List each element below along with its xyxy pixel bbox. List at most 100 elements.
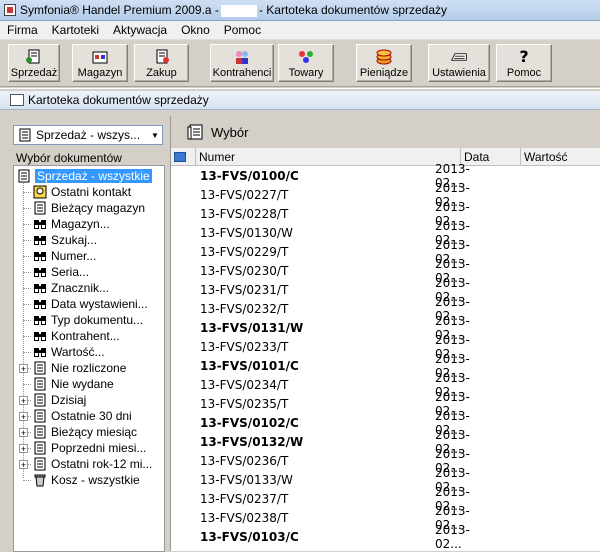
tree-item[interactable]: Znacznik... (32, 280, 109, 296)
sprzedaz-button[interactable]: Sprzedaż (8, 44, 60, 82)
magazyn-button[interactable]: Magazyn (72, 44, 128, 82)
toolbar-label: Magazyn (77, 67, 123, 79)
pieniadze-button[interactable]: Pieniądze (356, 44, 412, 82)
menu-okno[interactable]: Okno (174, 23, 217, 37)
menu-firma[interactable]: Firma (0, 23, 45, 37)
toolbar-label: Towary (288, 67, 324, 79)
tree-connector (23, 336, 31, 337)
document-number: 13-FVS/0227/T (200, 187, 289, 202)
binoculars-icon (32, 313, 48, 327)
tree-item[interactable]: Seria... (32, 264, 89, 280)
tree-item[interactable]: Bieżący magazyn (32, 200, 145, 216)
redacted-block (220, 4, 257, 17)
list-icon (17, 128, 33, 142)
ustawienia-button[interactable]: Ustawienia (428, 44, 490, 82)
table-row[interactable]: 13-FVS/0230/T 2013-02... (171, 257, 600, 285)
document-number: 13-FVS/0131/W (200, 320, 304, 335)
tree-item[interactable]: Dzisiaj (32, 392, 86, 408)
table-row[interactable]: 13-FVS/0236/T 2013-02... (171, 447, 600, 475)
document-filter-combo[interactable]: Sprzedaż - wszys... ▼ (13, 125, 163, 145)
document-number: 13-FVS/0235/T (200, 396, 289, 411)
contractors-icon (233, 49, 251, 65)
list-icon (185, 123, 205, 141)
expand-icon[interactable]: + (19, 412, 28, 422)
document-number: 13-FVS/0130/W (200, 225, 293, 240)
table-row[interactable]: 13-FVS/0235/T 2013-02... (171, 390, 600, 418)
tree-item[interactable]: Ostatnie 30 dni (32, 408, 132, 424)
document-number: 13-FVS/0132/W (200, 434, 304, 449)
tree-item[interactable]: Nie wydane (32, 376, 114, 392)
towary-button[interactable]: Towary (278, 44, 334, 82)
tree-item[interactable]: Typ dokumentu... (32, 312, 143, 328)
menu-aktywacja[interactable]: Aktywacja (106, 23, 174, 37)
tree-item[interactable]: Data wystawieni... (32, 296, 148, 312)
list-icon (32, 457, 48, 471)
table-row[interactable]: 13-FVS/0101/C 2013-02... (171, 352, 600, 380)
toolbar-label: Kontrahenci (212, 67, 272, 79)
tree-item[interactable]: Numer... (32, 248, 96, 264)
table-row[interactable]: 13-FVS/0103/C 2013-02... (171, 523, 600, 551)
table-row[interactable]: 13-FVS/0232/T 2013-02... (171, 295, 600, 323)
table-row[interactable]: 13-FVS/0237/T 2013-02... (171, 485, 600, 513)
binoculars-icon (32, 329, 48, 343)
child-window-title-text: Kartoteka dokumentów sprzedaży (28, 93, 209, 107)
list-icon (32, 425, 48, 439)
tree-item-label: Kontrahent... (51, 329, 120, 343)
tree-item-label: Typ dokumentu... (51, 313, 144, 327)
tree-item[interactable]: Sprzedaż - wszystkie (16, 168, 152, 184)
list-icon (32, 377, 48, 391)
zakup-button[interactable]: Zakup (134, 44, 189, 82)
list-icon (32, 409, 48, 423)
sales-document-icon (25, 49, 43, 65)
expand-icon[interactable]: + (19, 428, 28, 438)
tree-item[interactable]: Poprzedni miesi... (32, 440, 146, 456)
column-numer[interactable]: Numer (196, 148, 461, 165)
tree-item[interactable]: Bieżący miesiąc (32, 424, 137, 440)
kontrahenci-button[interactable]: Kontrahenci (210, 44, 274, 82)
tree-item[interactable]: Ostatni rok-12 mi... (32, 456, 152, 472)
binoculars-icon (32, 281, 48, 295)
table-row[interactable]: 13-FVS/0131/W 2013-02... (171, 314, 600, 342)
tree-item[interactable]: Kosz - wszystkie (32, 472, 140, 488)
tree-item[interactable]: Magazyn... (32, 216, 110, 232)
table-row[interactable]: 13-FVS/0228/T 2013-02... (171, 200, 600, 228)
tree-item[interactable]: Wartość... (32, 344, 105, 360)
menu-bar: Firma Kartoteki Aktywacja Okno Pomoc (0, 21, 600, 40)
tree-item[interactable]: Nie rozliczone (32, 360, 126, 376)
expand-icon[interactable]: + (19, 444, 28, 454)
toolbar-label: Pieniądze (359, 67, 409, 79)
child-window-title: Kartoteka dokumentów sprzedaży (0, 91, 600, 110)
document-number: 13-FVS/0232/T (200, 301, 289, 316)
expand-icon[interactable]: + (19, 460, 28, 470)
table-row[interactable]: 13-FVS/0227/T 2013-02... (171, 181, 600, 209)
money-icon (375, 49, 393, 65)
expand-icon[interactable]: + (19, 364, 28, 374)
table-row[interactable]: 13-FVS/0233/T 2013-02... (171, 333, 600, 361)
expand-icon[interactable]: + (19, 396, 28, 406)
table-row[interactable]: 13-FVS/0231/T 2013-02... (171, 276, 600, 304)
list-icon (32, 441, 48, 455)
table-row[interactable]: 13-FVS/0133/W 2013-02... (171, 466, 600, 494)
table-row[interactable]: 13-FVS/0238/T 2013-02... (171, 504, 600, 532)
table-row[interactable]: 13-FVS/0132/W 2013-02... (171, 428, 600, 456)
tree-item-label: Ostatni kontakt (51, 185, 132, 199)
tree-item-label: Dzisiaj (51, 393, 87, 407)
chevron-down-icon[interactable]: ▼ (148, 131, 162, 140)
select-column-header[interactable] (171, 148, 196, 165)
menu-kartoteki[interactable]: Kartoteki (45, 23, 106, 37)
tree-item[interactable]: Kontrahent... (32, 328, 120, 344)
table-row[interactable]: 13-FVS/0100/C 2013-02... (171, 162, 600, 190)
table-row[interactable]: 13-FVS/0234/T 2013-02... (171, 371, 600, 399)
table-row[interactable]: 13-FVS/0229/T 2013-02... (171, 238, 600, 266)
document-number: 13-FVS/0230/T (200, 263, 289, 278)
document-number: 13-FVS/0228/T (200, 206, 289, 221)
tree-connector (23, 272, 31, 273)
column-wartosc[interactable]: Wartość (521, 148, 600, 165)
selection-tree: Sprzedaż - wszystkie Ostatni kontakt Bieżą… (13, 165, 165, 552)
tree-item[interactable]: Szukaj... (32, 232, 97, 248)
pomoc-button[interactable]: ? Pomoc (496, 44, 552, 82)
table-row[interactable]: 13-FVS/0102/C 2013-02... (171, 409, 600, 437)
table-row[interactable]: 13-FVS/0130/W 2013-02... (171, 219, 600, 247)
tree-item[interactable]: Ostatni kontakt (32, 184, 131, 200)
menu-pomoc[interactable]: Pomoc (217, 23, 268, 37)
